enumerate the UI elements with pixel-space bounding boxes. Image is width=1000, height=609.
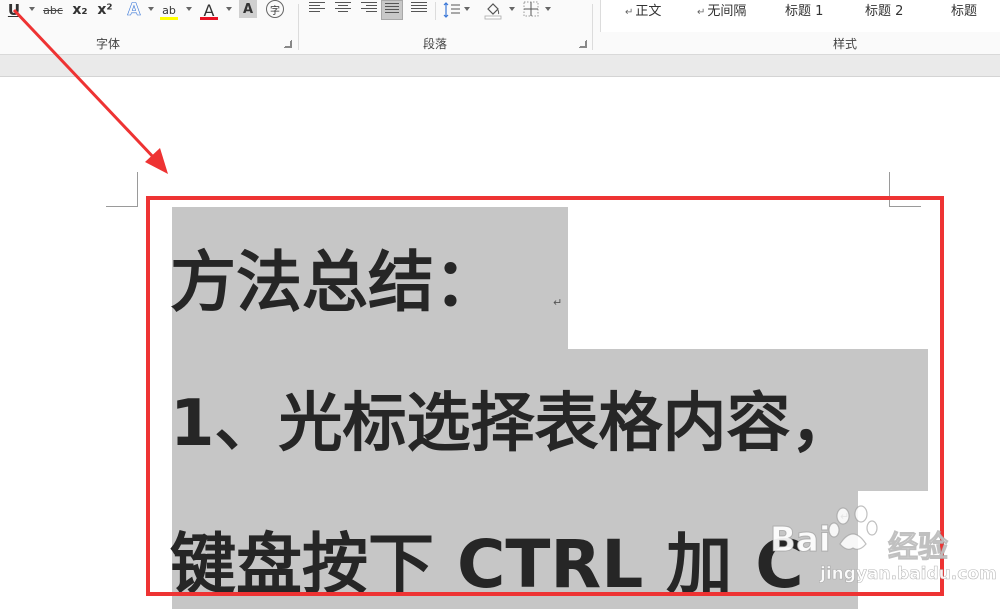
baidu-watermark: Bai 经验 jingyan.baidu.com (760, 498, 997, 588)
paragraph-group: 段落 (299, 0, 592, 55)
align-right-icon[interactable] (361, 2, 377, 16)
align-center-icon[interactable] (335, 2, 351, 16)
watermark-brand-suffix: 经验 (888, 530, 949, 566)
paragraph-mark-icon: ↵ (697, 7, 706, 18)
style-no-spacing-label: 无间隔 (707, 4, 747, 19)
styles-group-label: 样式 (832, 37, 858, 51)
font-color-dropdown-icon[interactable] (226, 7, 232, 11)
distributed-align-icon[interactable] (411, 2, 427, 16)
style-heading-2[interactable]: 标题 2 (865, 0, 903, 19)
font-dialog-launcher-icon[interactable] (284, 40, 292, 48)
justify-icon[interactable] (381, 0, 403, 20)
paw-logo-icon (828, 505, 878, 550)
style-title[interactable]: 标题 (951, 0, 977, 19)
align-left-icon[interactable] (309, 2, 325, 16)
borders-icon[interactable] (523, 1, 539, 17)
borders-dropdown-icon[interactable] (545, 7, 551, 11)
style-heading-1[interactable]: 标题 1 (785, 0, 823, 19)
group-divider (435, 2, 436, 20)
paragraph-dialog-launcher-icon[interactable] (579, 40, 587, 48)
style-no-spacing[interactable]: ↵ 无间隔 (697, 0, 746, 19)
paragraph-group-label: 段落 (422, 37, 448, 51)
shading-dropdown-icon[interactable] (509, 7, 515, 11)
char-shading-button[interactable]: A (239, 0, 257, 18)
styles-gallery: ↵ 正文 ↵ 无间隔 标题 1 标题 2 标题 (600, 0, 1000, 32)
style-normal[interactable]: ↵ 正文 (625, 0, 661, 19)
paragraph-mark-icon: ↵ (625, 7, 634, 18)
enclose-char-button[interactable]: 字 (266, 0, 284, 18)
annotation-arrow-icon (12, 8, 168, 174)
font-color-bar (200, 17, 218, 20)
watermark-brand: Bai (770, 520, 832, 561)
group-divider (592, 4, 593, 50)
watermark-url: jingyan.baidu.com (820, 564, 997, 585)
shading-bucket-icon[interactable] (483, 0, 503, 20)
line-spacing-icon[interactable] (443, 1, 461, 19)
style-normal-label: 正文 (635, 4, 662, 19)
line-spacing-dropdown-icon[interactable] (464, 7, 470, 11)
